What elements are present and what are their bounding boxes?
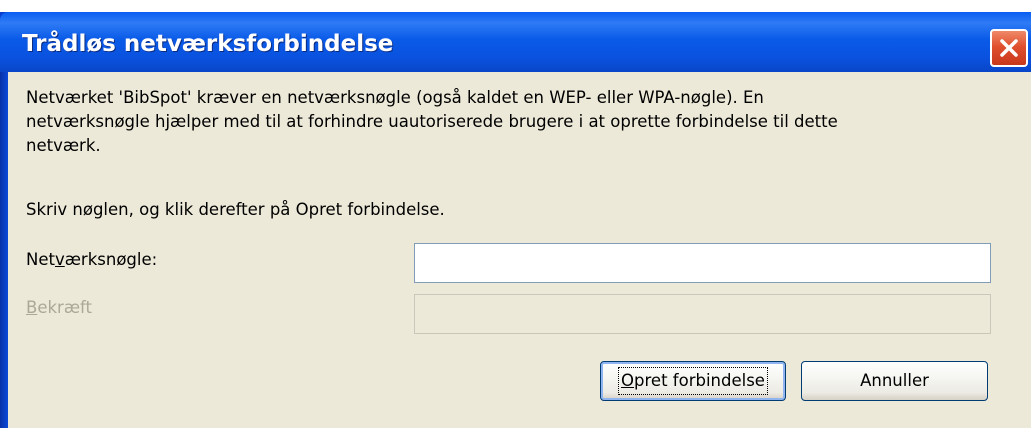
- description-line: netværk.: [26, 136, 101, 155]
- label-part: ærksnøgle:: [64, 250, 158, 269]
- description-text: Netværket 'BibSpot' kræver en netværksnø…: [26, 86, 986, 158]
- label-part: Net: [26, 250, 55, 269]
- label-part: ekræft: [37, 298, 93, 317]
- cancel-button[interactable]: Annuller: [801, 361, 988, 401]
- confirm-key-label: Bekræft: [26, 298, 92, 317]
- access-key: B: [26, 298, 38, 317]
- window-title: Trådløs netværksforbindelse: [22, 31, 394, 57]
- instruction-text: Skriv nøglen, og klik derefter på Opret …: [26, 200, 445, 219]
- close-icon: [1000, 39, 1018, 57]
- description-line: Netværket 'BibSpot' kræver en netværksnø…: [26, 88, 764, 107]
- button-label: pret forbindelse: [634, 371, 765, 390]
- close-button[interactable]: [990, 29, 1028, 67]
- title-bar[interactable]: Trådløs netværksforbindelse: [0, 12, 1031, 72]
- network-key-input[interactable]: [414, 243, 991, 283]
- wireless-key-dialog: Trådløs netværksforbindelse Netværket 'B…: [0, 0, 1031, 428]
- connect-button[interactable]: Opret forbindelse: [600, 361, 786, 401]
- focus-rect: Opret forbindelse: [618, 367, 768, 395]
- network-key-label: Netværksnøgle:: [26, 250, 157, 269]
- window-left-border: [0, 72, 8, 428]
- desktop-strip: [0, 0, 1031, 12]
- description-line: netværksnøgle hjælper med til at forhind…: [26, 112, 838, 131]
- confirm-key-input: [414, 294, 991, 334]
- access-key: v: [54, 250, 65, 269]
- access-key: O: [621, 371, 635, 390]
